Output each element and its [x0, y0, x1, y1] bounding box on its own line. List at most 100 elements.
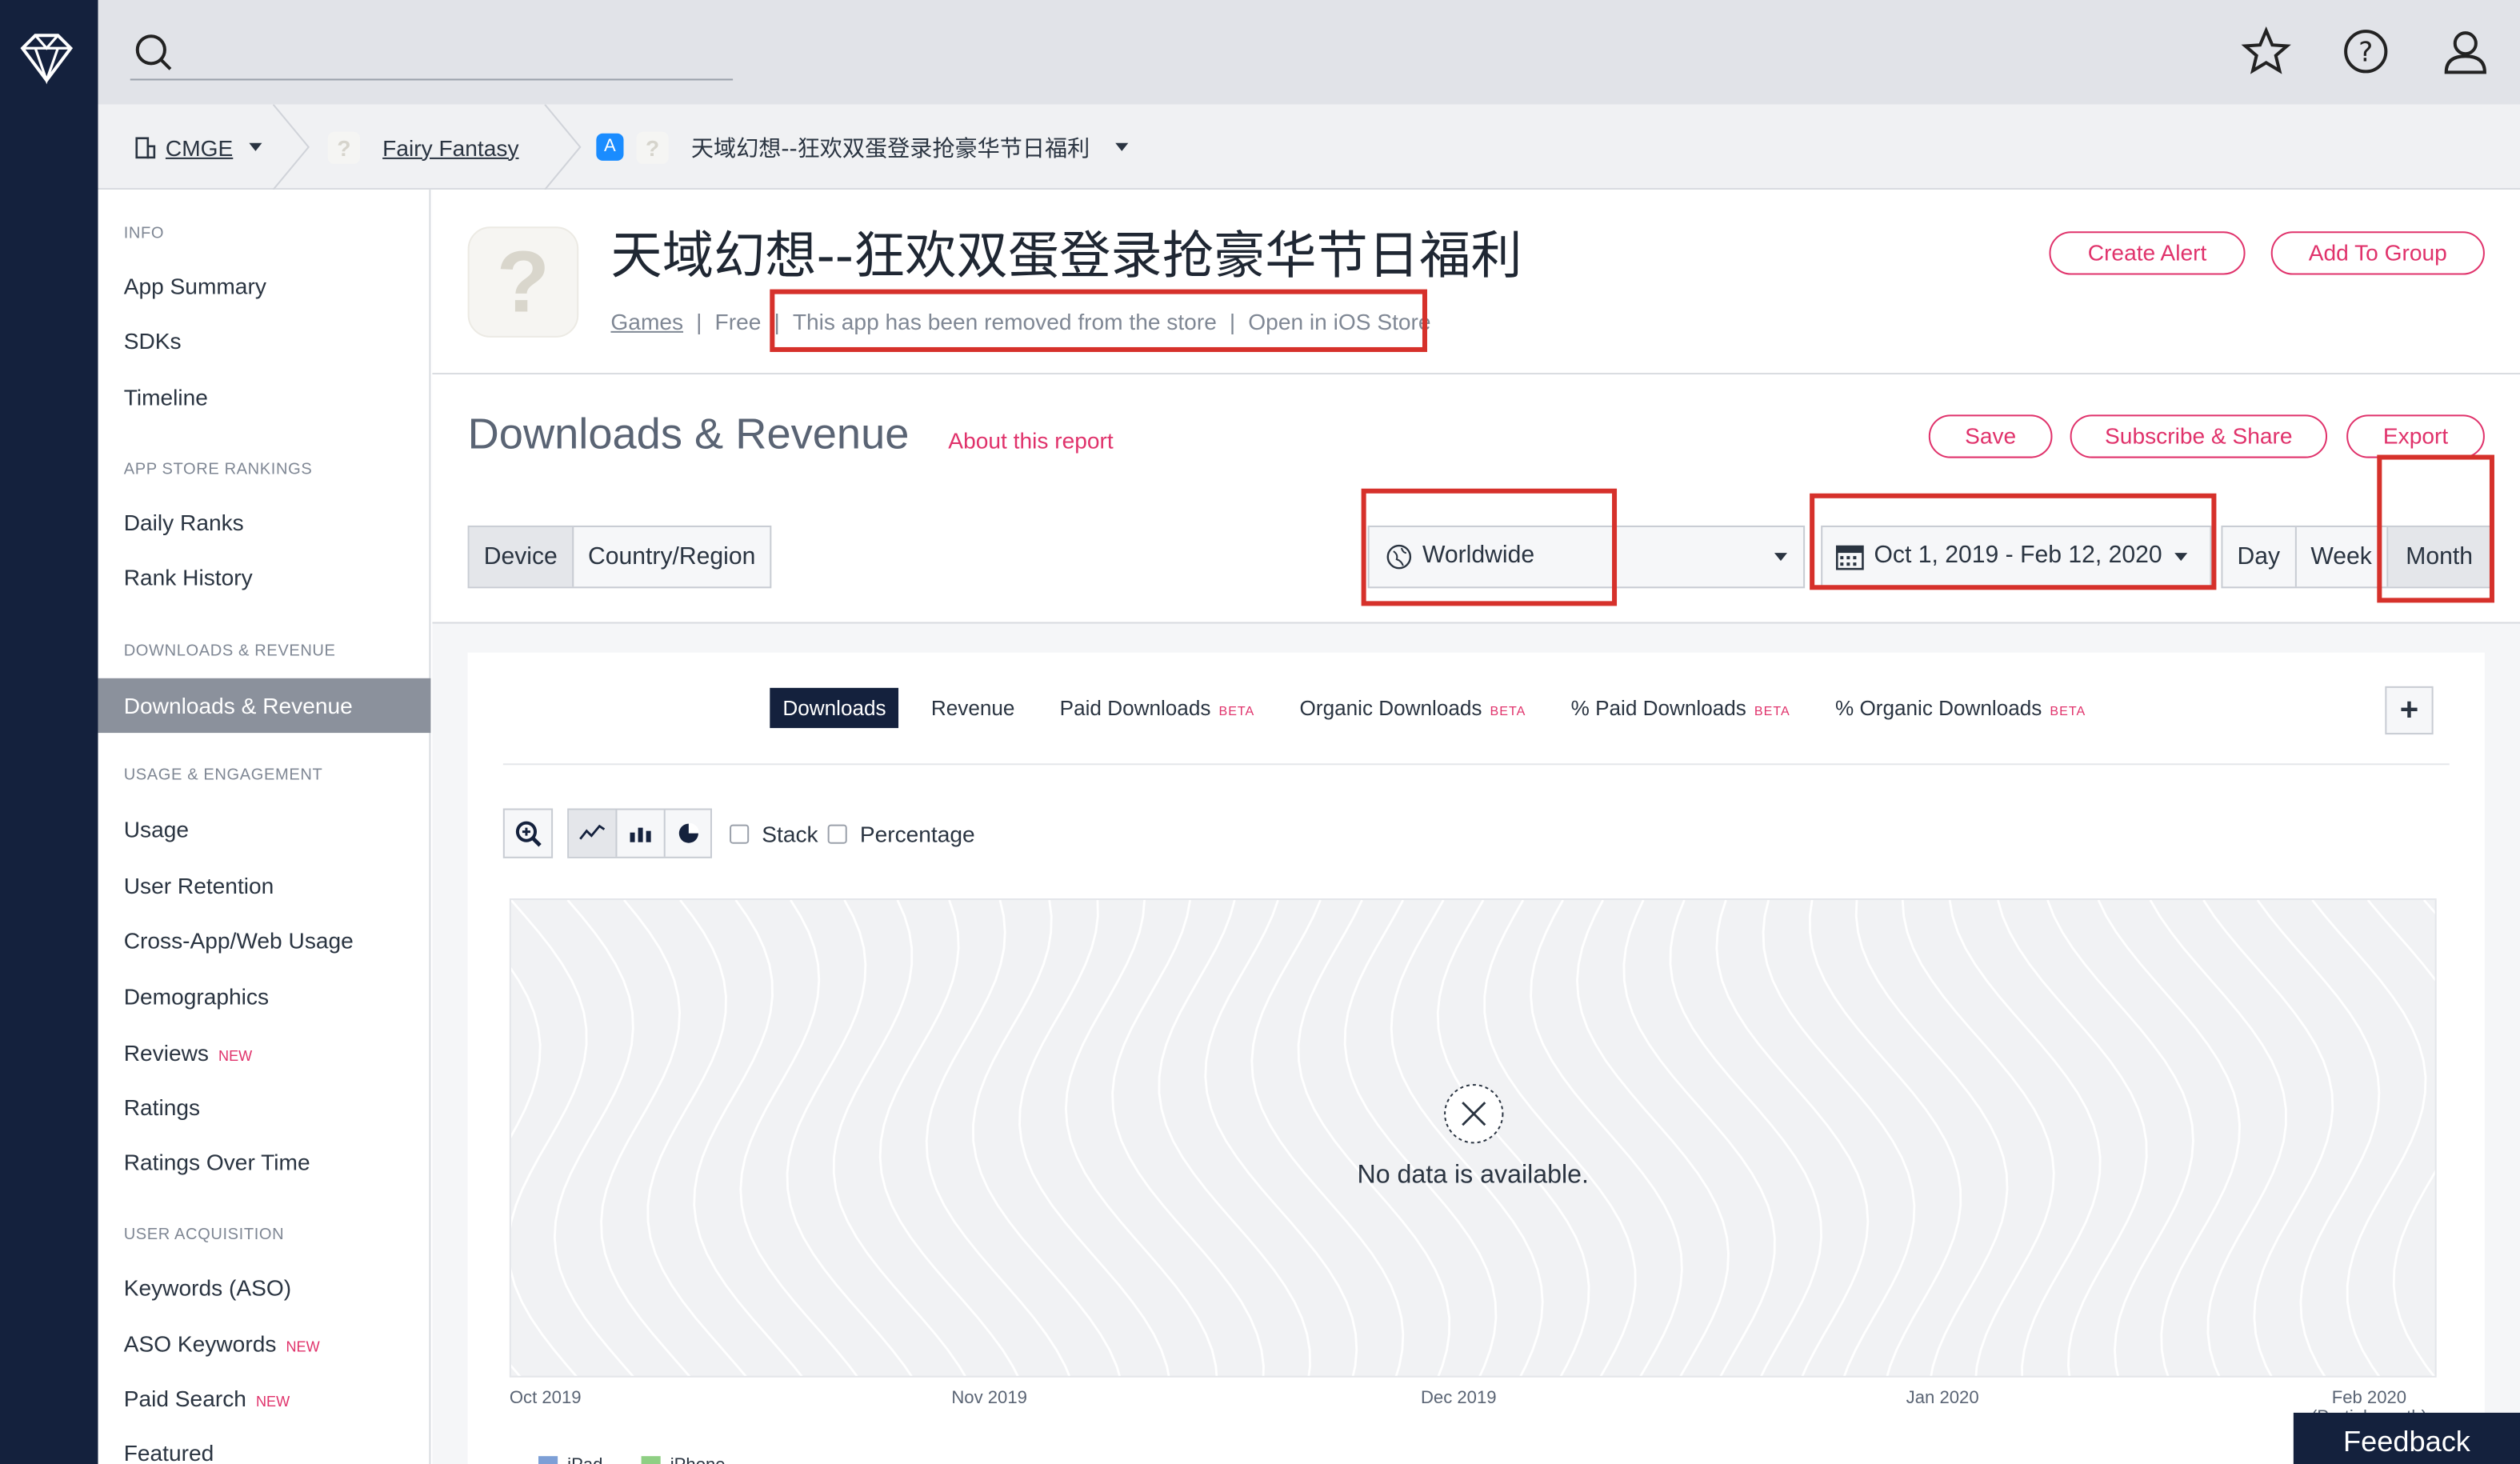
legend-swatch: [641, 1456, 661, 1464]
background-wave: [2202, 900, 2334, 1376]
legend-item-ipad[interactable]: iPad: [538, 1456, 602, 1464]
price-label: Free: [714, 308, 762, 334]
user-icon[interactable]: [2440, 26, 2491, 77]
sidebar-item-user-retention[interactable]: User Retention: [124, 873, 274, 898]
stack-checkbox[interactable]: Stack: [730, 822, 818, 847]
tab-organic-downloads[interactable]: Organic Downloads BETA: [1300, 696, 1526, 720]
percentage-checkbox[interactable]: Percentage: [827, 822, 975, 847]
background-wave: [1158, 900, 1311, 1376]
breadcrumb: CMGE ? Fairy Fantasy A ? 天域幻想--狂欢双蛋登录抢豪华…: [98, 104, 2520, 190]
breadcrumb-app[interactable]: ? Fairy Fantasy: [327, 105, 519, 190]
sidebar-item-paid-search[interactable]: Paid Search NEW: [124, 1386, 290, 1411]
background-wave: [2256, 900, 2381, 1376]
background-wave: [1901, 900, 2055, 1376]
background-wave: [1808, 900, 1962, 1376]
add-to-group-button[interactable]: Add To Group: [2270, 231, 2485, 275]
chart-plot-area: No data is available.: [509, 898, 2437, 1378]
add-metric-button[interactable]: +: [2385, 686, 2434, 735]
new-badge: NEW: [255, 1393, 290, 1410]
tab-paid-downloads[interactable]: Paid Downloads BETA: [1060, 696, 1255, 720]
svg-text:?: ?: [2358, 36, 2373, 68]
tab-revenue[interactable]: Revenue: [931, 696, 1015, 720]
report-title: Downloads & Revenue: [467, 410, 910, 458]
tab-label: % Organic Downloads: [1834, 695, 2042, 721]
sidebar-item-label: Reviews: [123, 1039, 209, 1066]
sidebar-item-daily-ranks[interactable]: Daily Ranks: [124, 510, 244, 535]
breadcrumb-current[interactable]: A ? 天域幻想--狂欢双蛋登录抢豪华节日福利: [596, 105, 1129, 190]
background-wave: [2149, 900, 2287, 1376]
background-wave: [1762, 900, 1916, 1376]
search-input[interactable]: [130, 29, 734, 81]
legend-item-iphone[interactable]: iPhone: [641, 1456, 726, 1464]
breadcrumb-separator: [272, 104, 310, 190]
day-tab[interactable]: Day: [2222, 526, 2297, 587]
week-tab[interactable]: Week: [2296, 526, 2388, 587]
sidebar-item-timeline[interactable]: Timeline: [124, 384, 208, 410]
no-data-message: No data is available.: [1357, 1162, 1589, 1190]
chevron-down-icon: [1115, 142, 1129, 151]
background-wave: [1018, 900, 1170, 1376]
sidebar-item-cross-app-web-usage[interactable]: Cross-App/Web Usage: [124, 927, 354, 953]
background-wave: [2046, 900, 2194, 1376]
current-app-name: 天域幻想--狂欢双蛋登录抢豪华节日福利: [690, 135, 1090, 162]
create-alert-button[interactable]: Create Alert: [2049, 231, 2246, 275]
country-region-tab[interactable]: Country/Region: [574, 527, 770, 586]
checkbox-icon: [730, 824, 750, 844]
x-tick-label: Nov 2019: [951, 1388, 1027, 1408]
background-wave: [2366, 900, 2435, 1376]
sidebar-item-label: Paid Search: [123, 1385, 246, 1411]
star-icon[interactable]: [2241, 26, 2292, 77]
sidebar-item-demographics[interactable]: Demographics: [124, 984, 269, 1010]
sidebar-item-rank-history[interactable]: Rank History: [124, 564, 253, 590]
save-button[interactable]: Save: [1928, 414, 2053, 458]
x-tick-label: Oct 2019: [509, 1388, 582, 1408]
export-button[interactable]: Export: [2346, 414, 2485, 458]
category-link[interactable]: Games: [610, 309, 683, 334]
meta-separator: |: [696, 308, 702, 334]
line-chart-icon[interactable]: [569, 810, 618, 857]
background-wave: [2422, 900, 2435, 914]
highlight-box: [1361, 488, 1618, 606]
x-tick-label: Jan 2020: [1906, 1388, 1979, 1408]
sidebar-item-sdks[interactable]: SDKs: [124, 328, 182, 354]
tab-organic-downloads-percent[interactable]: % Organic Downloads BETA: [1835, 696, 2086, 720]
stack-label: Stack: [762, 821, 818, 847]
tab-label: Paid Downloads: [1059, 695, 1211, 721]
background-wave: [1576, 900, 1730, 1376]
feedback-button[interactable]: Feedback: [2293, 1412, 2520, 1464]
bar-chart-icon[interactable]: [617, 810, 666, 857]
sidebar-item-featured[interactable]: Featured: [124, 1440, 214, 1464]
help-icon[interactable]: ?: [2340, 26, 2391, 77]
sidebar-item-ratings-over-time[interactable]: Ratings Over Time: [124, 1149, 310, 1174]
logo-icon[interactable]: [16, 29, 77, 86]
app-placeholder-icon: ?: [636, 130, 669, 163]
sidebar-item-downloads-revenue[interactable]: Downloads & Revenue: [98, 678, 431, 734]
sidebar-item-aso-keywords[interactable]: ASO Keywords NEW: [124, 1330, 320, 1356]
about-report-link[interactable]: About this report: [948, 427, 1113, 453]
app-placeholder-icon: ?: [327, 130, 361, 163]
subscribe-share-button[interactable]: Subscribe & Share: [2070, 414, 2328, 458]
x-tick-label-text: Feb 2020: [2331, 1388, 2407, 1408]
building-icon: [135, 137, 156, 159]
sidebar-item-ratings[interactable]: Ratings: [124, 1094, 200, 1120]
tab-downloads[interactable]: Downloads: [770, 687, 899, 729]
highlight-box: [1810, 493, 2217, 590]
breadcrumb-company[interactable]: CMGE: [134, 105, 262, 190]
zoom-button[interactable]: [502, 808, 554, 858]
background-wave: [646, 900, 747, 1376]
sidebar-item-app-summary[interactable]: App Summary: [124, 274, 266, 299]
no-data-icon: [1444, 1084, 1504, 1144]
tab-paid-downloads-percent[interactable]: % Paid Downloads BETA: [1571, 696, 1790, 720]
sidebar-item-keywords-aso[interactable]: Keywords (ASO): [124, 1274, 291, 1300]
background-wave: [1064, 900, 1218, 1376]
highlight-box: [2377, 454, 2494, 603]
background-wave: [600, 900, 691, 1376]
sidebar-item-reviews[interactable]: Reviews NEW: [124, 1040, 253, 1066]
beta-badge: BETA: [1218, 703, 1255, 719]
sidebar-item-usage[interactable]: Usage: [124, 817, 189, 842]
pie-chart-icon[interactable]: [666, 810, 712, 857]
device-tab[interactable]: Device: [469, 526, 574, 587]
background-wave: [1622, 900, 1776, 1376]
search-icon: [135, 34, 172, 70]
background-wave: [1297, 900, 1451, 1376]
